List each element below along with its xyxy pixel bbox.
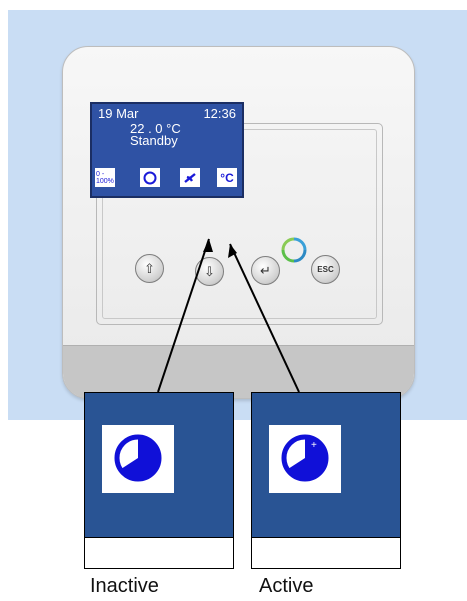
inactive-caption: Inactive <box>90 575 159 597</box>
active-caption: Active <box>259 575 314 597</box>
callout-arrows <box>157 238 300 393</box>
